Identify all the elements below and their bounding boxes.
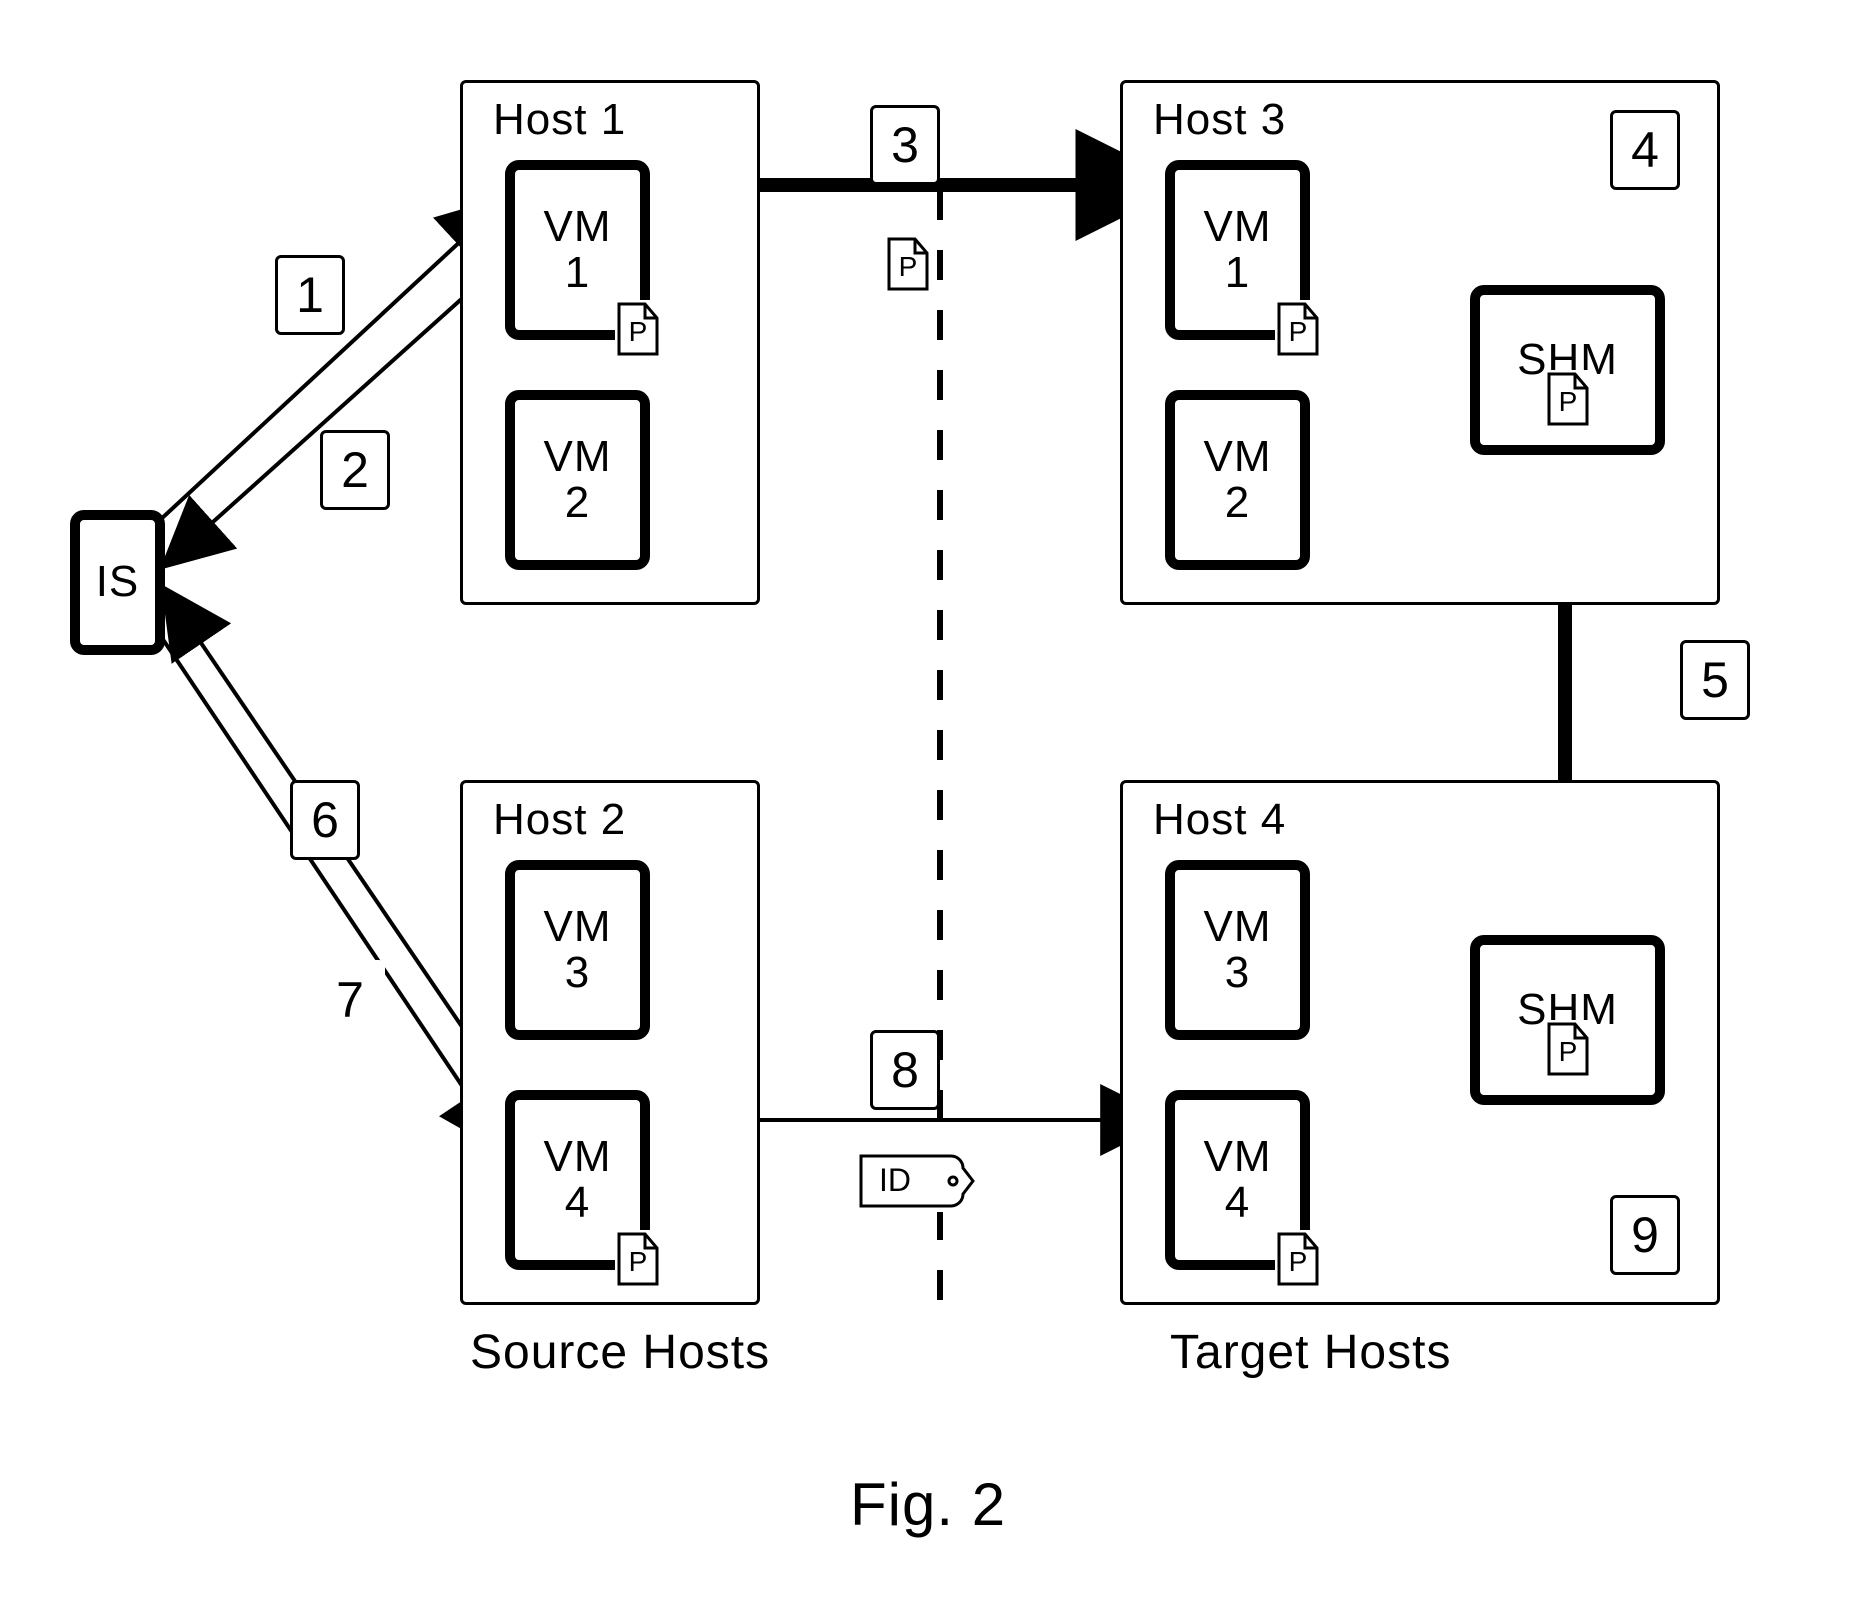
doc-p-vm1-src: P [615,300,661,358]
doc-p-shm3-label: P [1559,386,1578,418]
vm2-src: VM 2 [505,390,650,570]
diagram-canvas: IS Host 1 VM 1 P VM 2 Host 2 VM 3 VM 4 P… [0,0,1875,1611]
vm4-src-label: VM 4 [544,1134,612,1226]
vm3-tgt: VM 3 [1165,860,1310,1040]
doc-p-vm4-src-label: P [629,1246,648,1278]
vm2-tgt: VM 2 [1165,390,1310,570]
step-1: 1 [275,255,345,335]
vm3-src-label: VM 3 [544,904,612,996]
id-tag: ID [855,1150,975,1212]
doc-p-arrow3: P [885,235,931,293]
host-4-label: Host 4 [1153,795,1286,845]
host-1-label: Host 1 [493,95,626,145]
step-4: 4 [1610,110,1680,190]
doc-p-shm4: P [1545,1020,1591,1078]
target-hosts-label: Target Hosts [1170,1325,1451,1380]
vm2-tgt-label: VM 2 [1204,434,1272,526]
doc-p-vm1-tgt-label: P [1289,316,1308,348]
vm2-src-label: VM 2 [544,434,612,526]
host-2-label: Host 2 [493,795,626,845]
step-7: 7 [315,960,385,1040]
vm4-tgt-label: VM 4 [1204,1134,1272,1226]
doc-p-vm1-src-label: P [629,316,648,348]
step-5: 5 [1680,640,1750,720]
step-9: 9 [1610,1195,1680,1275]
step-3: 3 [870,105,940,185]
is-label: IS [96,559,140,605]
figure-caption: Fig. 2 [850,1470,1006,1539]
host-3-label: Host 3 [1153,95,1286,145]
doc-p-arrow3-label: P [899,251,918,283]
step-8: 8 [870,1030,940,1110]
vm1-src-label: VM 1 [544,204,612,296]
step-6: 6 [290,780,360,860]
doc-p-vm4-src: P [615,1230,661,1288]
doc-p-shm4-label: P [1559,1036,1578,1068]
vm3-src: VM 3 [505,860,650,1040]
id-tag-label: ID [879,1162,911,1199]
source-hosts-label: Source Hosts [470,1325,770,1380]
doc-p-vm4-tgt: P [1275,1230,1321,1288]
is-node: IS [70,510,165,655]
doc-p-vm4-tgt-label: P [1289,1246,1308,1278]
doc-p-vm1-tgt: P [1275,300,1321,358]
vm3-tgt-label: VM 3 [1204,904,1272,996]
doc-p-shm3: P [1545,370,1591,428]
vm1-tgt-label: VM 1 [1204,204,1272,296]
step-2: 2 [320,430,390,510]
